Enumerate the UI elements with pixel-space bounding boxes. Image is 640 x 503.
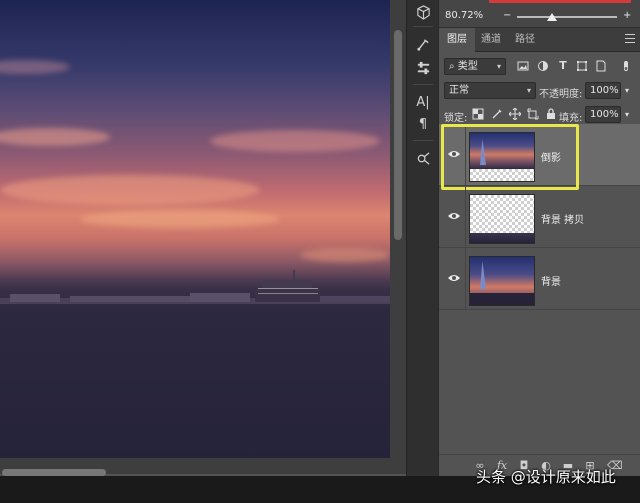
lock-position-icon[interactable] — [508, 107, 522, 121]
layer-row-background-copy[interactable]: 背景 拷贝 — [439, 186, 640, 248]
cloud — [0, 175, 260, 205]
character-panel-icon[interactable]: A| — [407, 90, 439, 114]
divider — [465, 248, 466, 310]
fill-input[interactable]: 100% — [585, 106, 621, 123]
cloud — [0, 60, 70, 74]
lock-artboard-icon[interactable] — [527, 108, 539, 120]
opacity-value: 100% — [590, 85, 619, 96]
layer-name[interactable]: 背景 拷贝 — [541, 211, 584, 226]
divider — [465, 186, 466, 248]
properties-strip: 80.72% − + — [439, 0, 640, 28]
chevron-down-icon[interactable]: ▾ — [625, 86, 629, 95]
fill-value: 100% — [590, 109, 619, 120]
smart-object-filter-icon[interactable] — [595, 60, 607, 72]
tab-paths[interactable]: 路径 — [507, 28, 543, 52]
zoom-out-icon[interactable]: − — [503, 10, 511, 21]
opacity-input[interactable]: 100% — [585, 82, 621, 99]
adjustments-icon[interactable] — [407, 56, 439, 80]
brush-presets-icon[interactable] — [407, 146, 439, 170]
lock-label: 锁定: — [444, 113, 468, 124]
chevron-down-icon: ▾ — [496, 62, 501, 71]
image-filter-icon[interactable] — [517, 60, 529, 72]
skyline-silhouette — [0, 270, 390, 304]
search-icon: ⌕ — [449, 61, 455, 72]
brush-settings-icon[interactable] — [407, 32, 439, 56]
cube-icon[interactable] — [407, 0, 439, 24]
toolbar-divider — [413, 26, 433, 27]
zoom-slider-knob[interactable] — [547, 13, 557, 21]
adjustment-filter-icon[interactable] — [537, 60, 549, 72]
cloud — [300, 248, 390, 262]
type-filter-icon[interactable]: T — [557, 60, 569, 72]
tab-layers[interactable]: 图层 — [439, 28, 475, 52]
cloud — [0, 128, 110, 146]
zoom-value[interactable]: 80.72% — [445, 10, 483, 21]
layers-panel: 80.72% − + 图层 通道 路径 ⌕ 类型 ▾ T 正常 ▾ 不透明度: … — [438, 0, 640, 476]
filter-toggle-icon[interactable] — [620, 60, 632, 72]
opacity-label: 不透明度: — [539, 89, 583, 100]
layer-filter-row: ⌕ 类型 ▾ T — [439, 55, 640, 79]
chevron-down-icon: ▾ — [526, 86, 531, 95]
document-canvas[interactable] — [0, 0, 390, 458]
shape-filter-icon[interactable] — [576, 60, 588, 72]
zoom-in-icon[interactable]: + — [623, 10, 631, 21]
panel-menu-icon[interactable] — [625, 34, 635, 43]
zoom-slider[interactable] — [517, 16, 617, 18]
lock-transparent-icon[interactable] — [472, 108, 484, 120]
chevron-down-icon[interactable]: ▾ — [625, 110, 629, 119]
cloud — [80, 210, 280, 228]
toolbar-divider — [413, 140, 433, 141]
lock-all-icon[interactable] — [545, 108, 557, 120]
blend-mode-value: 正常 — [449, 85, 469, 96]
layer-thumbnail — [469, 256, 535, 306]
layer-thumbnail — [469, 194, 535, 244]
vertical-scroll-thumb[interactable] — [394, 30, 402, 240]
filter-kind-value: 类型 — [457, 61, 478, 72]
layer-name[interactable]: 背景 — [541, 273, 561, 288]
cloud — [210, 130, 380, 152]
paragraph-panel-icon[interactable]: ¶ — [407, 112, 439, 136]
side-toolbar: A| ¶ — [406, 0, 438, 476]
layer-row-reflection[interactable]: 倒影 — [439, 124, 640, 190]
visibility-eye-icon[interactable] — [447, 273, 461, 283]
tab-channels[interactable]: 通道 — [473, 28, 509, 52]
horizontal-scroll-thumb[interactable] — [2, 469, 106, 476]
filter-kind-select[interactable]: ⌕ 类型 ▾ — [444, 58, 506, 75]
visibility-eye-icon[interactable] — [447, 211, 461, 221]
panel-tabs: 图层 通道 路径 — [439, 28, 640, 52]
lock-pixels-icon[interactable] — [491, 108, 503, 120]
watermark-text: 头条 @设计原来如此 — [476, 468, 616, 486]
blend-row: 正常 ▾ 不透明度: 100% ▾ — [439, 79, 640, 103]
selection-highlight-box — [441, 124, 579, 190]
toolbar-divider — [413, 84, 433, 85]
layer-row-background[interactable]: 背景 — [439, 248, 640, 310]
layers-list: 倒影 背景 拷贝 背景 — [439, 124, 640, 454]
blend-mode-select[interactable]: 正常 ▾ — [444, 82, 536, 99]
zoom-indicator-bar — [489, 0, 631, 3]
fill-label: 填充: — [559, 113, 583, 124]
